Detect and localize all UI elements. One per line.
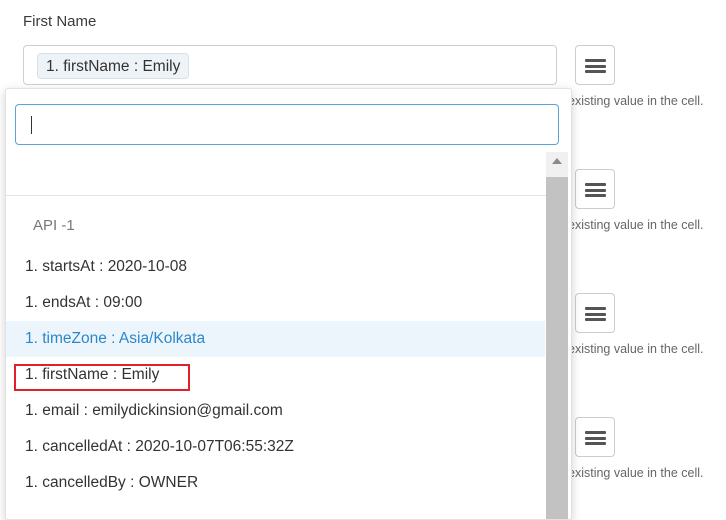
list-item-label: 1. email : emilydickinsion@gmail.com	[25, 402, 283, 419]
triangle-up-icon[interactable]	[552, 158, 562, 164]
field-options-button[interactable]	[575, 45, 615, 85]
option-list: 1. startsAt : 2020-10-08 1. endsAt : 09:…	[6, 249, 545, 501]
field-options-button[interactable]	[575, 169, 615, 209]
dropdown-search-input[interactable]	[15, 104, 559, 145]
list-item[interactable]: 1. cancelledAt : 2020-10-07T06:55:32Z	[6, 429, 545, 465]
list-item[interactable]: 1. email : emilydickinsion@gmail.com	[6, 393, 545, 429]
hint-text: existing value in the cell.	[568, 218, 704, 232]
scrollbar[interactable]	[546, 152, 568, 519]
hint-text: existing value in the cell.	[568, 466, 704, 480]
divider	[6, 195, 546, 196]
field-label: First Name	[23, 13, 97, 30]
hint-text: existing value in the cell.	[568, 94, 704, 108]
list-item-label: 1. startsAt : 2020-10-08	[25, 258, 187, 275]
list-item-label: 1. cancelledAt : 2020-10-07T06:55:32Z	[25, 438, 294, 455]
list-item-label: 1. firstName : Emily	[25, 366, 160, 383]
list-item[interactable]: 1. endsAt : 09:00	[6, 285, 545, 321]
list-item[interactable]: 1. cancelledBy : OWNER	[6, 465, 545, 501]
list-item-label: 1. endsAt : 09:00	[25, 294, 143, 311]
mapping-dropdown: API -1 1. startsAt : 2020-10-08 1. endsA…	[5, 88, 572, 520]
scrollbar-thumb[interactable]	[546, 177, 568, 519]
list-item-label: 1. timeZone : Asia/Kolkata	[25, 330, 206, 347]
list-item-active[interactable]: 1. timeZone : Asia/Kolkata	[6, 321, 545, 357]
hint-text: existing value in the cell.	[568, 342, 704, 356]
list-item[interactable]: 1. startsAt : 2020-10-08	[6, 249, 545, 285]
field-options-button[interactable]	[575, 417, 615, 457]
first-name-mapped-input[interactable]: 1. firstName : Emily	[23, 45, 557, 85]
list-item-highlighted[interactable]: 1. firstName : Emily	[6, 357, 545, 393]
group-label: API -1	[33, 217, 75, 234]
text-cursor	[31, 116, 32, 134]
mapped-value-chip[interactable]: 1. firstName : Emily	[37, 53, 190, 79]
list-item-label: 1. cancelledBy : OWNER	[25, 474, 199, 491]
field-options-button[interactable]	[575, 293, 615, 333]
